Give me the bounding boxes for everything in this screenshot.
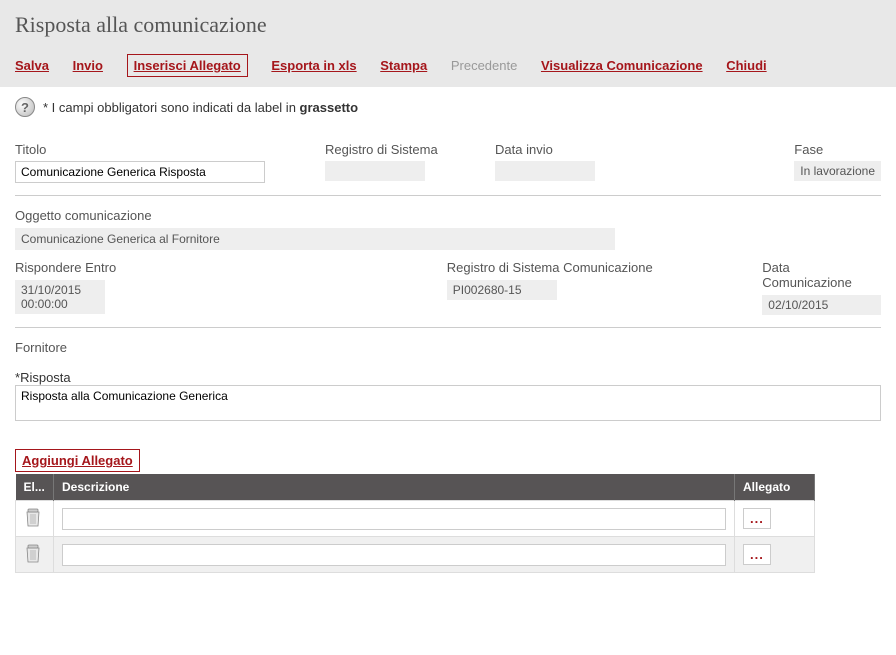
esporta-xls-link[interactable]: Esporta in xls (271, 58, 356, 73)
rispondere-entro-value: 31/10/2015 00:00:00 (15, 280, 105, 314)
visualizza-comunicazione-link[interactable]: Visualizza Comunicazione (541, 58, 703, 73)
fornitore-label: Fornitore (15, 340, 881, 355)
stampa-link[interactable]: Stampa (380, 58, 427, 73)
toolbar: Salva Invio Inserisci Allegato Esporta i… (0, 46, 896, 87)
attachments-table: El... Descrizione Allegato ... (15, 474, 815, 573)
browse-button[interactable]: ... (743, 508, 771, 529)
fase-value: In lavorazione (794, 161, 881, 181)
salva-link[interactable]: Salva (15, 58, 49, 73)
registro-label: Registro di Sistema (325, 142, 475, 157)
divider (15, 195, 881, 196)
table-row: ... (16, 501, 815, 537)
oggetto-value: Comunicazione Generica al Fornitore (15, 228, 615, 250)
page-title: Risposta alla comunicazione (15, 12, 881, 38)
browse-button[interactable]: ... (743, 544, 771, 565)
risposta-textarea[interactable]: Risposta alla Comunicazione Generica (15, 385, 881, 421)
col-elimina: El... (16, 474, 54, 501)
data-com-value: 02/10/2015 (762, 295, 881, 315)
oggetto-label: Oggetto comunicazione (15, 208, 881, 223)
aggiungi-allegato-button[interactable]: Aggiungi Allegato (15, 449, 140, 472)
info-text-bold: grassetto (300, 100, 359, 115)
risposta-label: *Risposta (15, 370, 71, 385)
precedente-link: Precedente (451, 58, 518, 73)
col-allegato: Allegato (735, 474, 815, 501)
col-descrizione: Descrizione (54, 474, 735, 501)
data-com-label: Data Comunicazione (762, 260, 881, 290)
registro-value (325, 161, 425, 181)
titolo-label: Titolo (15, 142, 265, 157)
descrizione-input[interactable] (62, 544, 726, 566)
registro-com-value: PI002680-15 (447, 280, 557, 300)
invio-link[interactable]: Invio (73, 58, 103, 73)
data-invio-value (495, 161, 595, 181)
divider (15, 327, 881, 328)
help-icon[interactable]: ? (15, 97, 35, 117)
table-row: ... (16, 537, 815, 573)
registro-com-label: Registro di Sistema Comunicazione (447, 260, 722, 275)
chiudi-link[interactable]: Chiudi (726, 58, 766, 73)
risposta-label-text: Risposta (20, 370, 71, 385)
fase-label: Fase (794, 142, 881, 157)
descrizione-input[interactable] (62, 508, 726, 530)
inserisci-allegato-link[interactable]: Inserisci Allegato (127, 54, 248, 77)
titolo-input[interactable] (15, 161, 265, 183)
info-text: * I campi obbligatori sono indicati da l… (43, 100, 358, 115)
trash-icon[interactable] (24, 543, 42, 563)
data-invio-label: Data invio (495, 142, 645, 157)
info-row: ? * I campi obbligatori sono indicati da… (15, 97, 881, 117)
rispondere-entro-label: Rispondere Entro (15, 260, 212, 275)
info-text-prefix: * I campi obbligatori sono indicati da l… (43, 100, 300, 115)
trash-icon[interactable] (24, 507, 42, 527)
